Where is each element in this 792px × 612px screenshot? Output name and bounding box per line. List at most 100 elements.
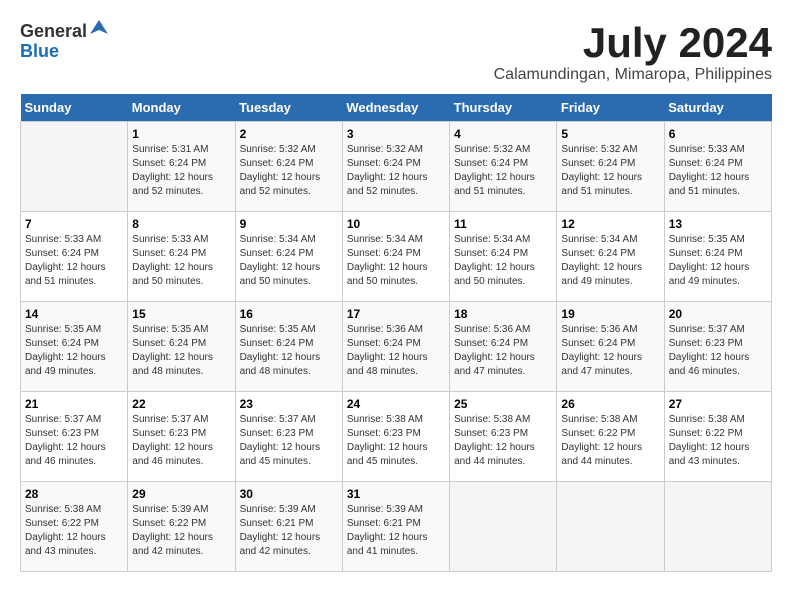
day-number: 12	[561, 217, 659, 231]
day-number: 18	[454, 307, 552, 321]
day-info: Sunrise: 5:32 AMSunset: 6:24 PMDaylight:…	[561, 143, 659, 199]
calendar-body: 1 Sunrise: 5:31 AMSunset: 6:24 PMDaylight…	[21, 122, 772, 572]
calendar-cell: 1 Sunrise: 5:31 AMSunset: 6:24 PMDaylight…	[128, 122, 235, 212]
calendar-cell: 19 Sunrise: 5:36 AMSunset: 6:24 PMDayligh…	[557, 302, 664, 392]
day-number: 14	[25, 307, 123, 321]
day-info: Sunrise: 5:38 AMSunset: 6:22 PMDaylight:…	[25, 503, 123, 559]
day-number: 13	[669, 217, 767, 231]
calendar-cell: 5 Sunrise: 5:32 AMSunset: 6:24 PMDaylight…	[557, 122, 664, 212]
calendar-cell: 20 Sunrise: 5:37 AMSunset: 6:23 PMDayligh…	[664, 302, 771, 392]
day-number: 11	[454, 217, 552, 231]
weekday-header-monday: Monday	[128, 94, 235, 122]
logo-general: General	[20, 21, 87, 41]
day-number: 17	[347, 307, 445, 321]
weekday-header-thursday: Thursday	[450, 94, 557, 122]
day-number: 25	[454, 397, 552, 411]
day-info: Sunrise: 5:38 AMSunset: 6:22 PMDaylight:…	[561, 413, 659, 469]
day-info: Sunrise: 5:34 AMSunset: 6:24 PMDaylight:…	[347, 233, 445, 289]
calendar-cell: 27 Sunrise: 5:38 AMSunset: 6:22 PMDayligh…	[664, 392, 771, 482]
day-number: 2	[240, 127, 338, 141]
day-number: 15	[132, 307, 230, 321]
day-number: 1	[132, 127, 230, 141]
calendar-cell: 2 Sunrise: 5:32 AMSunset: 6:24 PMDaylight…	[235, 122, 342, 212]
day-info: Sunrise: 5:34 AMSunset: 6:24 PMDaylight:…	[240, 233, 338, 289]
calendar-cell: 30 Sunrise: 5:39 AMSunset: 6:21 PMDayligh…	[235, 482, 342, 572]
day-number: 5	[561, 127, 659, 141]
day-info: Sunrise: 5:35 AMSunset: 6:24 PMDaylight:…	[132, 323, 230, 379]
title-block: July 2024 Calamundingan, Mimaropa, Phili…	[494, 20, 772, 84]
calendar-cell	[664, 482, 771, 572]
calendar-cell: 17 Sunrise: 5:36 AMSunset: 6:24 PMDayligh…	[342, 302, 449, 392]
calendar-week-2: 7 Sunrise: 5:33 AMSunset: 6:24 PMDaylight…	[21, 212, 772, 302]
day-number: 31	[347, 487, 445, 501]
day-info: Sunrise: 5:36 AMSunset: 6:24 PMDaylight:…	[454, 323, 552, 379]
day-info: Sunrise: 5:33 AMSunset: 6:24 PMDaylight:…	[669, 143, 767, 199]
calendar-cell: 23 Sunrise: 5:37 AMSunset: 6:23 PMDayligh…	[235, 392, 342, 482]
logo: General Blue	[20, 20, 108, 63]
calendar-table: SundayMondayTuesdayWednesdayThursdayFrid…	[20, 94, 772, 572]
calendar-cell: 6 Sunrise: 5:33 AMSunset: 6:24 PMDaylight…	[664, 122, 771, 212]
calendar-cell: 24Sunrise: 5:38 AMSunset: 6:23 PMDayligh…	[342, 392, 449, 482]
day-info: Sunrise: 5:32 AMSunset: 6:24 PMDaylight:…	[347, 143, 445, 199]
logo-bird-icon	[90, 20, 108, 38]
day-info: Sunrise: 5:35 AMSunset: 6:24 PMDaylight:…	[25, 323, 123, 379]
calendar-cell: 21Sunrise: 5:37 AMSunset: 6:23 PMDayligh…	[21, 392, 128, 482]
day-number: 24	[347, 397, 445, 411]
day-info: Sunrise: 5:31 AMSunset: 6:24 PMDaylight:…	[132, 143, 230, 199]
day-info: Sunrise: 5:39 AMSunset: 6:21 PMDaylight:…	[347, 503, 445, 559]
day-number: 22	[132, 397, 230, 411]
day-info: Sunrise: 5:35 AMSunset: 6:24 PMDaylight:…	[669, 233, 767, 289]
calendar-cell: 12 Sunrise: 5:34 AMSunset: 6:24 PMDayligh…	[557, 212, 664, 302]
calendar-cell: 29 Sunrise: 5:39 AMSunset: 6:22 PMDayligh…	[128, 482, 235, 572]
calendar-cell: 13 Sunrise: 5:35 AMSunset: 6:24 PMDayligh…	[664, 212, 771, 302]
day-info: Sunrise: 5:33 AMSunset: 6:24 PMDaylight:…	[132, 233, 230, 289]
day-number: 23	[240, 397, 338, 411]
weekday-header-tuesday: Tuesday	[235, 94, 342, 122]
day-info: Sunrise: 5:38 AMSunset: 6:22 PMDaylight:…	[669, 413, 767, 469]
day-info: Sunrise: 5:33 AMSunset: 6:24 PMDaylight:…	[25, 233, 123, 289]
day-info: Sunrise: 5:35 AMSunset: 6:24 PMDaylight:…	[240, 323, 338, 379]
calendar-cell	[21, 122, 128, 212]
calendar-cell: 11Sunrise: 5:34 AMSunset: 6:24 PMDayligh…	[450, 212, 557, 302]
day-info: Sunrise: 5:37 AMSunset: 6:23 PMDaylight:…	[669, 323, 767, 379]
calendar-cell: 28 Sunrise: 5:38 AMSunset: 6:22 PMDayligh…	[21, 482, 128, 572]
day-number: 16	[240, 307, 338, 321]
day-info: Sunrise: 5:34 AMSunset: 6:24 PMDaylight:…	[561, 233, 659, 289]
weekday-header-row: SundayMondayTuesdayWednesdayThursdayFrid…	[21, 94, 772, 122]
day-number: 7	[25, 217, 123, 231]
day-number: 27	[669, 397, 767, 411]
day-number: 19	[561, 307, 659, 321]
calendar-week-4: 21 Sunrise: 5:37 AMSunset: 6:23 PMDayligh…	[21, 392, 772, 482]
day-number: 20	[669, 307, 767, 321]
day-number: 10	[347, 217, 445, 231]
calendar-cell: 25 Sunrise: 5:38 AMSunset: 6:23 PMDayligh…	[450, 392, 557, 482]
day-number: 6	[669, 127, 767, 141]
day-number: 30	[240, 487, 338, 501]
calendar-cell: 26Sunrise: 5:38 AMSunset: 6:22 PMDayligh…	[557, 392, 664, 482]
calendar-week-5: 28 Sunrise: 5:38 AMSunset: 6:22 PMDayligh…	[21, 482, 772, 572]
day-info: Sunrise: 5:36 AMSunset: 6:24 PMDaylight:…	[561, 323, 659, 379]
weekday-header-wednesday: Wednesday	[342, 94, 449, 122]
calendar-cell: 9 Sunrise: 5:34 AMSunset: 6:24 PMDaylight…	[235, 212, 342, 302]
day-number: 4	[454, 127, 552, 141]
day-info: Sunrise: 5:39 AMSunset: 6:22 PMDaylight:…	[132, 503, 230, 559]
day-number: 21	[25, 397, 123, 411]
calendar-cell: 7 Sunrise: 5:33 AMSunset: 6:24 PMDaylight…	[21, 212, 128, 302]
calendar-cell: 8Sunrise: 5:33 AMSunset: 6:24 PMDaylight…	[128, 212, 235, 302]
day-info: Sunrise: 5:32 AMSunset: 6:24 PMDaylight:…	[240, 143, 338, 199]
calendar-week-1: 1 Sunrise: 5:31 AMSunset: 6:24 PMDaylight…	[21, 122, 772, 212]
calendar-cell	[557, 482, 664, 572]
day-number: 28	[25, 487, 123, 501]
day-info: Sunrise: 5:38 AMSunset: 6:23 PMDaylight:…	[454, 413, 552, 469]
weekday-header-sunday: Sunday	[21, 94, 128, 122]
day-number: 29	[132, 487, 230, 501]
day-info: Sunrise: 5:32 AMSunset: 6:24 PMDaylight:…	[454, 143, 552, 199]
calendar-cell: 15 Sunrise: 5:35 AMSunset: 6:24 PMDayligh…	[128, 302, 235, 392]
day-info: Sunrise: 5:39 AMSunset: 6:21 PMDaylight:…	[240, 503, 338, 559]
day-info: Sunrise: 5:37 AMSunset: 6:23 PMDaylight:…	[240, 413, 338, 469]
calendar-week-3: 14 Sunrise: 5:35 AMSunset: 6:24 PMDayligh…	[21, 302, 772, 392]
calendar-cell: 3Sunrise: 5:32 AMSunset: 6:24 PMDaylight…	[342, 122, 449, 212]
day-info: Sunrise: 5:36 AMSunset: 6:24 PMDaylight:…	[347, 323, 445, 379]
day-number: 9	[240, 217, 338, 231]
calendar-cell: 14 Sunrise: 5:35 AMSunset: 6:24 PMDayligh…	[21, 302, 128, 392]
